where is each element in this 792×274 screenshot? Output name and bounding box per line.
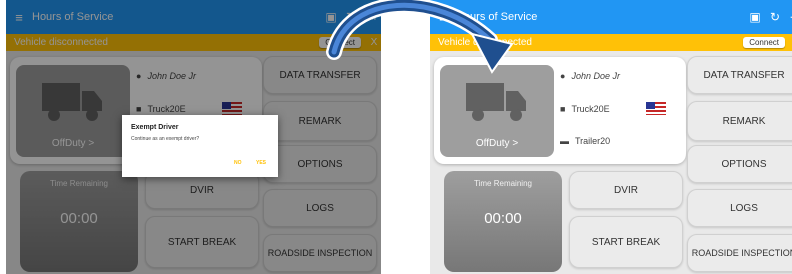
monitor-icon[interactable]: ▣ — [745, 10, 765, 24]
trailer-icon: ▬ — [560, 136, 569, 146]
duty-status-label: OffDuty > — [475, 138, 519, 149]
time-remaining-panel: Time Remaining 00:00 — [444, 171, 562, 272]
driver-name: John Doe Jr — [571, 71, 620, 81]
user-icon: ● — [560, 71, 566, 81]
time-remaining-value: 00:00 — [484, 210, 522, 227]
trailer-name: Trailer20 — [575, 136, 611, 146]
roadside-inspection-button[interactable]: ROADSIDE INSPECTION — [687, 234, 792, 272]
flag-icon — [646, 102, 666, 115]
dvir-button[interactable]: DVIR — [569, 171, 683, 209]
start-break-button[interactable]: START BREAK — [569, 216, 683, 268]
data-transfer-button[interactable]: DATA TRANSFER — [687, 56, 792, 94]
logs-button[interactable]: LOGS — [687, 189, 792, 227]
dialog-message: Continue as an exempt driver? — [131, 136, 200, 142]
options-button[interactable]: OPTIONS — [687, 145, 792, 183]
truck-row[interactable]: ■ Truck20E — [560, 104, 610, 114]
refresh-icon[interactable]: ↻ — [765, 10, 785, 24]
trailer-row[interactable]: ▬ Trailer20 — [560, 136, 610, 146]
time-remaining-label: Time Remaining — [474, 179, 532, 188]
truck-name: Truck20E — [571, 104, 610, 114]
dialog-title: Exempt Driver — [131, 124, 179, 131]
connect-button[interactable]: Connect — [743, 37, 785, 48]
transition-arrow-icon — [326, 0, 514, 74]
driver-row: ● John Doe Jr — [560, 71, 620, 81]
truck-icon: ■ — [560, 104, 566, 114]
remark-button[interactable]: REMARK — [687, 101, 792, 141]
truck-icon — [466, 83, 526, 121]
dialog-no-button[interactable]: NO — [234, 160, 242, 166]
exempt-driver-dialog: Exempt Driver Continue as an exempt driv… — [122, 115, 278, 177]
dialog-yes-button[interactable]: YES — [256, 160, 266, 166]
logout-icon[interactable]: ⇥ — [785, 10, 792, 24]
